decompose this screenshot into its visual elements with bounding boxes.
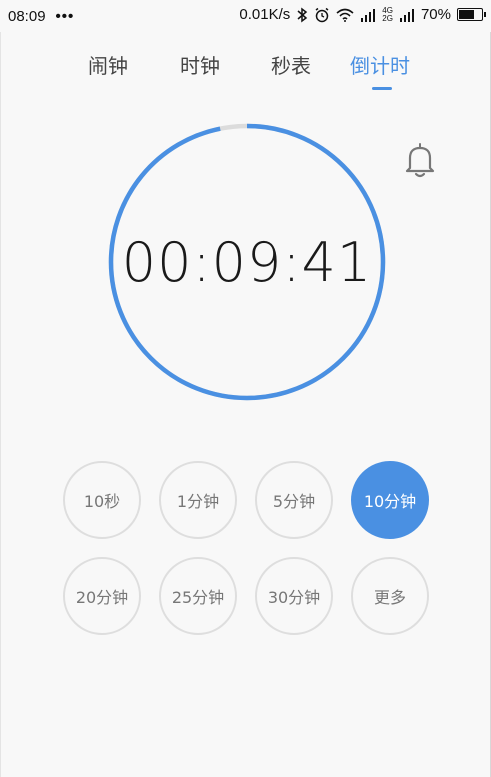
preset-20min-button[interactable]: 20分钟 xyxy=(63,557,141,635)
battery-icon xyxy=(457,8,486,21)
preset-label: 10分钟 xyxy=(363,492,417,511)
countdown-ring: 00:09:41 xyxy=(108,123,386,401)
preset-10min-button[interactable]: 10分钟 xyxy=(351,461,429,539)
network-type-label: 4G 2G xyxy=(382,6,393,23)
wifi-icon xyxy=(336,8,354,22)
preset-label: 5分钟 xyxy=(272,492,316,511)
status-time: 08:09 xyxy=(8,8,46,25)
preset-label: 30分钟 xyxy=(267,588,321,607)
network-type-bottom: 2G xyxy=(382,13,393,23)
preset-label: 10秒 xyxy=(83,492,121,511)
more-notifications-icon: ••• xyxy=(55,8,75,25)
preset-25min-button[interactable]: 25分钟 xyxy=(159,557,237,635)
signal-icon-secondary xyxy=(399,8,414,22)
preset-label: 1分钟 xyxy=(176,492,220,511)
tab-clock[interactable]: 时钟 xyxy=(180,50,220,79)
status-bar-right: 0.01K/s 4G 2G 70% xyxy=(239,6,486,23)
bluetooth-icon xyxy=(297,7,308,22)
left-divider xyxy=(0,32,1,777)
signal-icon xyxy=(361,8,376,22)
alarm-clock-icon xyxy=(315,7,329,22)
preset-label: 25分钟 xyxy=(171,588,225,607)
preset-5min-button[interactable]: 5分钟 xyxy=(255,461,333,539)
tab-alarm[interactable]: 闹钟 xyxy=(88,50,128,79)
preset-more-button[interactable]: 更多 xyxy=(351,557,429,635)
countdown-time: 00:09:41 xyxy=(121,230,373,294)
preset-label: 更多 xyxy=(373,588,406,607)
preset-10s-button[interactable]: 10秒 xyxy=(63,461,141,539)
tab-countdown[interactable]: 倒计时 xyxy=(350,50,410,79)
preset-label: 20分钟 xyxy=(75,588,129,607)
battery-level xyxy=(459,10,474,19)
net-speed: 0.01K/s xyxy=(239,6,291,23)
tab-stopwatch[interactable]: 秒表 xyxy=(271,50,311,79)
active-tab-indicator xyxy=(372,87,392,90)
tab-bar: 闹钟 时钟 秒表 倒计时 xyxy=(0,50,491,90)
bell-icon[interactable] xyxy=(402,140,438,180)
status-bar-left: 08:09 ••• xyxy=(8,8,74,25)
battery-percent: 70% xyxy=(420,6,451,23)
preset-1min-button[interactable]: 1分钟 xyxy=(159,461,237,539)
status-bar: 08:09 ••• 0.01K/s 4G 2G 70% xyxy=(0,0,491,32)
preset-30min-button[interactable]: 30分钟 xyxy=(255,557,333,635)
